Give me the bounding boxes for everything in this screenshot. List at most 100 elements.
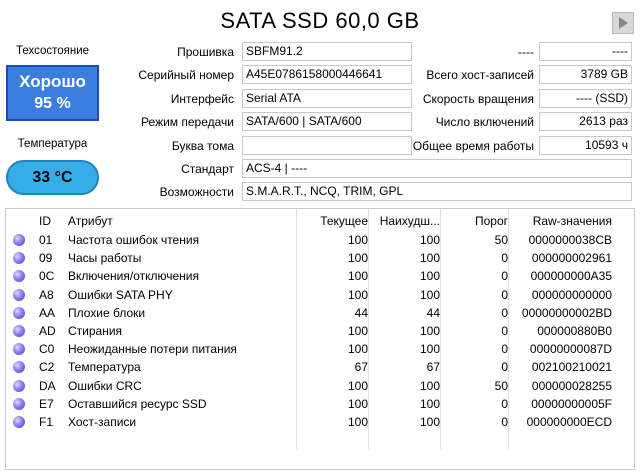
header-raw[interactable]: Raw-значения [508,212,612,230]
row-current: 100 [347,269,368,284]
row-attribute: Неожиданные потери питания [68,342,237,357]
host-writes-field: 3789 GB [539,65,632,84]
row-current: 100 [347,324,368,338]
serial-label: Серийный номер [138,68,234,82]
status-dot-icon [13,379,25,392]
status-dot-icon [13,416,25,428]
table-row[interactable]: A8 Ошибки SATA PHY 100 100 0 000000000000 [6,286,634,304]
serial-field: A45E0786158000446641 [242,65,412,84]
row-id: AD [39,324,56,338]
features-label: Возможности [159,185,234,199]
power-on-hours-field: 10593 ч [539,136,632,155]
standard-field: ACS-4 | ---- [242,159,632,178]
table-row[interactable]: AD Стирания 100 100 0 000000880B0 [6,322,634,340]
row-id: 0C [39,269,55,284]
table-row[interactable]: 01 Частота ошибок чтения 100 100 50 000000003… [6,231,634,249]
row-worst: 67 [426,360,440,375]
header-current[interactable]: Текущее [296,212,368,230]
row-threshold: 0 [501,324,508,338]
row-id: 01 [39,233,53,247]
row-worst: 100 [419,378,440,393]
status-dot-icon [13,361,25,374]
right-info-field-1: ---- [539,42,632,61]
row-worst: 100 [419,269,440,284]
status-dot-icon [13,306,25,319]
table-row[interactable]: E7 Оставшийся ресурс SSD 100 100 0 0000000000… [6,395,634,413]
table-row[interactable]: C2 Температура 67 67 0 002100210021 [6,358,634,376]
table-row[interactable]: DA Ошибки CRC 100 100 50 000000028255 [6,377,634,395]
row-id: E7 [39,396,54,411]
row-worst: 100 [419,342,440,357]
row-id: 09 [39,251,53,266]
row-attribute: Хост-записи [68,415,137,429]
volume-letter-label: Буква тома [171,139,234,153]
right-info-label-1: ---- [518,45,534,59]
row-worst: 100 [419,324,440,338]
row-worst: 100 [419,415,440,429]
row-raw: 002100210021 [531,360,612,375]
table-header: ID Атрибут Текущее Наихудш... Порог Raw-… [6,212,634,230]
row-raw: 000000000000 [531,287,612,302]
table-row[interactable]: C0 Неожиданные потери питания 100 100 0 00000… [6,340,634,358]
row-threshold: 0 [501,287,508,302]
row-threshold: 0 [501,305,508,320]
row-current: 100 [347,396,368,411]
interface-label: Интерфейс [170,92,234,106]
row-attribute: Частота ошибок чтения [68,233,200,247]
row-raw: 00000000005F [531,396,612,411]
status-dot-icon [13,288,25,301]
health-status-box: Хорошо 95 % [6,65,99,121]
row-attribute: Стирания [68,324,123,338]
status-dot-icon [13,325,25,337]
row-attribute: Часы работы [68,251,142,266]
header-attribute[interactable]: Атрибут [68,212,113,230]
temperature-value: 33 °C [6,160,99,195]
power-on-count-field: 2613 раз [539,112,632,131]
drive-title: SATA SSD 60,0 GB [220,8,420,33]
row-raw: 000000000ECD [526,415,612,429]
table-row[interactable]: 0C Включения/отключения 100 100 0 000000000A3… [6,267,634,285]
row-raw: 0000000038CB [528,233,612,247]
features-field: S.M.A.R.T., NCQ, TRIM, GPL [242,182,632,201]
status-dot-icon [13,270,25,283]
next-drive-button[interactable] [612,12,634,34]
power-on-count-label: Число включений [435,115,534,129]
smart-attributes-table[interactable]: ID Атрибут Текущее Наихудш... Порог Raw-… [5,208,635,470]
row-attribute: Ошибки CRC [68,378,142,393]
row-attribute: Температура [68,360,141,375]
transfer-mode-label: Режим передачи [141,115,234,129]
row-current: 100 [347,287,368,302]
row-raw: 00000000002BD [521,305,612,320]
row-raw: 000000002961 [531,251,612,266]
rotation-speed-label: Скорость вращения [422,92,534,106]
table-row[interactable]: F1 Хост-записи 100 100 0 000000000ECD [6,413,634,431]
row-id: DA [39,378,56,393]
interface-field: Serial ATA [242,89,412,108]
row-threshold: 0 [501,269,508,284]
row-threshold: 50 [494,233,508,247]
row-id: F1 [39,415,54,429]
row-threshold: 0 [501,251,508,266]
row-attribute: Плохие блоки [68,305,146,320]
row-id: A8 [39,287,54,302]
row-worst: 100 [419,251,440,266]
row-attribute: Оставшийся ресурс SSD [68,396,207,411]
rotation-speed-field: ---- (SSD) [539,89,632,108]
header-worst[interactable]: Наихудш... [368,212,440,230]
row-threshold: 0 [501,360,508,375]
status-dot-icon [13,234,25,246]
row-threshold: 0 [501,396,508,411]
row-current: 100 [347,251,368,266]
transfer-mode-field: SATA/600 | SATA/600 [242,112,412,131]
row-current: 44 [354,305,368,320]
table-row[interactable]: AA Плохие блоки 44 44 0 00000000002BD [6,304,634,322]
header-id[interactable]: ID [39,212,51,230]
header-threshold[interactable]: Порог [440,212,508,230]
firmware-label: Прошивка [177,45,234,59]
host-writes-label: Всего хост-записей [426,68,534,82]
status-dot-icon [13,397,25,410]
table-row[interactable]: 09 Часы работы 100 100 0 000000002961 [6,249,634,267]
standard-label: Стандарт [181,162,234,176]
volume-letter-field [242,136,412,155]
row-worst: 44 [426,305,440,320]
